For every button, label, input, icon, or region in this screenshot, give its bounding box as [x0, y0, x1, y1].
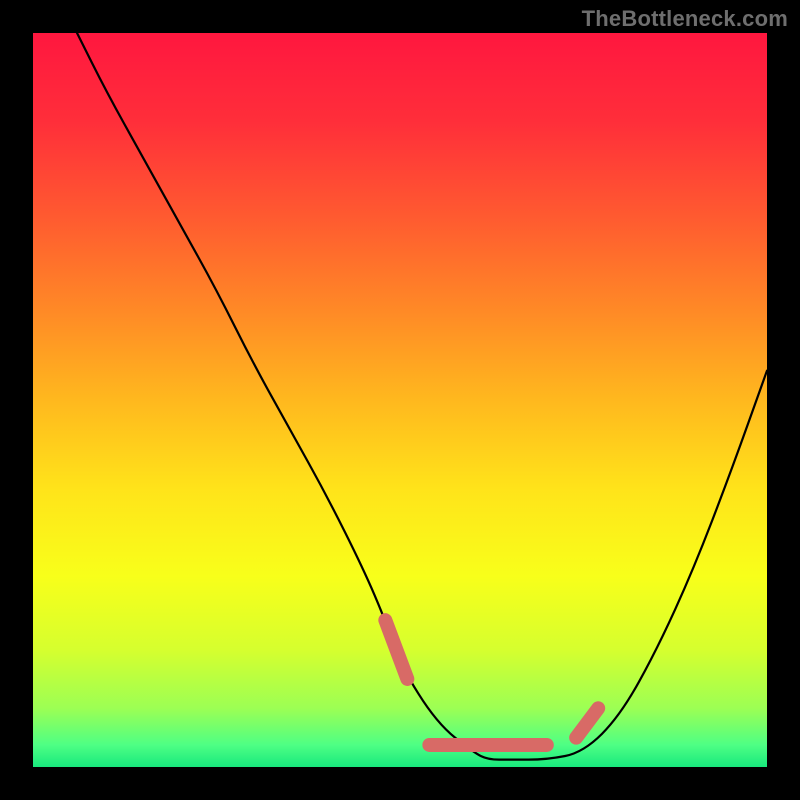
- bottleneck-curve: [33, 33, 767, 767]
- watermark-text: TheBottleneck.com: [582, 6, 788, 32]
- plot-area: [33, 33, 767, 767]
- chart-frame: TheBottleneck.com: [0, 0, 800, 800]
